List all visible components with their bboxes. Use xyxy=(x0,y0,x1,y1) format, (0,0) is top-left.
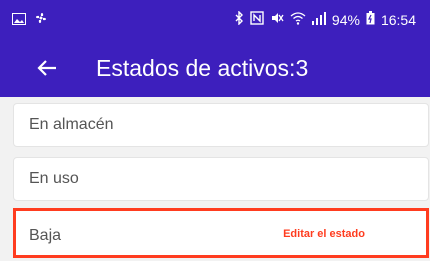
list-item-en-uso[interactable]: En uso xyxy=(13,157,429,201)
page-title: Estados de activos:3 xyxy=(96,55,309,81)
clock: 16:54 xyxy=(380,11,416,28)
back-button[interactable] xyxy=(34,51,60,85)
list-item-en-almacen[interactable]: En almacén xyxy=(13,103,429,147)
signal-icon xyxy=(311,11,326,28)
status-right-icons: 94% 16:54 xyxy=(234,10,416,28)
list-item-label: En almacén xyxy=(29,116,114,133)
list-item-label: En uso xyxy=(29,170,79,187)
status-bar: 94% 16:54 xyxy=(0,0,430,40)
status-left-icons xyxy=(12,11,48,28)
edit-status-action[interactable]: Editar el estado xyxy=(283,228,365,240)
nfc-icon xyxy=(250,11,264,28)
list-item-label: Baja xyxy=(29,227,62,244)
list-item-baja[interactable]: Baja Editar el estado xyxy=(13,208,429,258)
arrow-left-icon xyxy=(37,53,57,83)
wifi-icon xyxy=(290,11,306,28)
battery-percent: 94% xyxy=(331,11,360,28)
bluetooth-icon xyxy=(234,10,244,28)
image-icon xyxy=(12,12,26,28)
mute-icon xyxy=(270,11,284,28)
app-bar: Estados de activos:3 xyxy=(0,40,430,97)
fan-icon xyxy=(34,11,48,28)
battery-icon xyxy=(366,11,375,28)
